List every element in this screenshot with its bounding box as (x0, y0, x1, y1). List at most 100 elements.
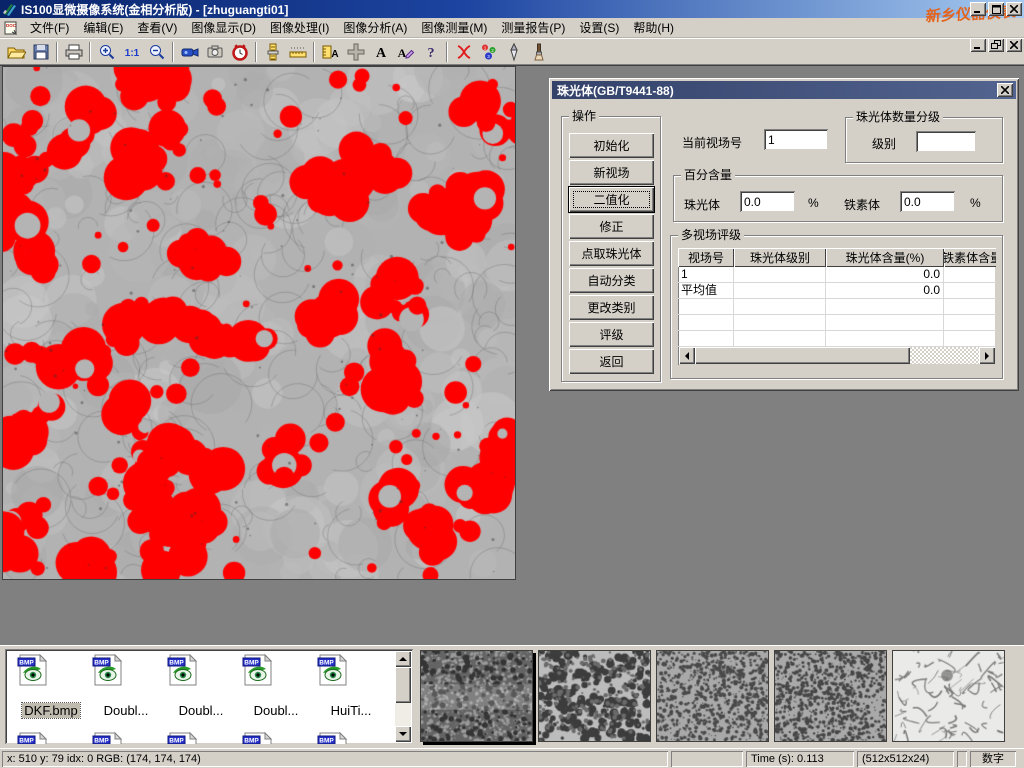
scrollbar-thumb[interactable] (395, 667, 411, 703)
thumbnail-image[interactable] (656, 650, 769, 742)
zoom-in-icon[interactable] (94, 40, 119, 64)
col-field-number[interactable]: 视场号 (678, 248, 734, 267)
auto-classify-button[interactable]: 自动分类 (569, 268, 654, 293)
status-blank (671, 751, 743, 767)
caliper-icon[interactable] (260, 40, 285, 64)
thumbnail-image[interactable] (774, 650, 887, 742)
table-horizontal-scrollbar[interactable] (679, 347, 995, 364)
scroll-down-icon[interactable] (395, 726, 411, 742)
menu-view[interactable]: 查看(V) (130, 17, 184, 38)
save-icon[interactable] (28, 40, 53, 64)
menu-settings[interactable]: 设置(S) (572, 17, 626, 38)
file-name[interactable]: DKF.bmp (22, 703, 79, 718)
file-list-scrollbar[interactable] (395, 651, 411, 742)
file-item-partial[interactable]: BMP (165, 731, 237, 744)
file-name[interactable]: Doubl... (102, 703, 151, 718)
minimize-button[interactable] (970, 2, 986, 16)
table-row[interactable]: 1 0.0 (678, 267, 996, 283)
file-item-partial[interactable]: BMP (90, 731, 162, 744)
open-icon[interactable] (3, 40, 28, 64)
thumbnail-image[interactable] (892, 650, 1005, 742)
svg-text:A: A (397, 46, 406, 60)
scrollbar-thumb[interactable] (695, 347, 910, 364)
svg-text:BMP: BMP (94, 738, 109, 745)
svg-text:DOC: DOC (6, 23, 17, 28)
svg-text:BMP: BMP (169, 738, 184, 745)
file-name[interactable]: Doubl... (177, 703, 226, 718)
return-button[interactable]: 返回 (569, 349, 654, 374)
new-field-button[interactable]: 新视场 (569, 160, 654, 185)
level-input[interactable] (916, 131, 976, 152)
scroll-up-icon[interactable] (395, 651, 411, 667)
camera-icon[interactable] (202, 40, 227, 64)
measure-text-icon[interactable]: A (318, 40, 343, 64)
text-icon[interactable]: A (368, 40, 393, 64)
thumbnail-image[interactable] (420, 650, 533, 742)
menu-image-analysis[interactable]: 图像分析(A) (336, 17, 414, 38)
classify-icon[interactable]: 123 (476, 40, 501, 64)
init-button[interactable]: 初始化 (569, 133, 654, 158)
file-item[interactable]: BMP HuiTi... (315, 653, 387, 718)
col-pearlite-grade[interactable]: 珠光体级别 (734, 248, 826, 267)
menu-image-processing[interactable]: 图像处理(I) (263, 17, 336, 38)
menu-image-measure[interactable]: 图像测量(M) (414, 17, 494, 38)
timer-icon[interactable] (227, 40, 252, 64)
dialog-close-icon[interactable] (997, 83, 1013, 97)
scrollbar-track[interactable] (910, 347, 979, 364)
thumbnail-image[interactable] (538, 650, 651, 742)
level-label: 级别 (872, 135, 896, 152)
col-pearlite-content[interactable]: 珠光体含量(%) (826, 248, 944, 267)
rate-button[interactable]: 评级 (569, 322, 654, 347)
child-close-button[interactable] (1006, 38, 1022, 52)
menu-image-display[interactable]: 图像显示(D) (184, 17, 263, 38)
bmp-file-icon: BMP (165, 731, 199, 744)
file-item-partial[interactable]: BMP (315, 731, 387, 744)
help-icon[interactable]: ? (418, 40, 443, 64)
close-button[interactable] (1006, 2, 1022, 16)
move-icon[interactable] (343, 40, 368, 64)
child-restore-button[interactable] (988, 38, 1004, 52)
dialog-title-bar[interactable]: 珠光体(GB/T9441-88) (552, 81, 1016, 99)
file-list[interactable]: BMP DKF.bmp BMP Doubl... BMP Doubl... BM… (5, 649, 413, 744)
menu-measure-report[interactable]: 测量报告(P) (494, 17, 572, 38)
curve-tool-icon[interactable] (451, 40, 476, 64)
menu-help[interactable]: 帮助(H) (626, 17, 681, 38)
menu-edit[interactable]: 编辑(E) (76, 17, 130, 38)
toolbar-separator (89, 42, 91, 62)
pearlite-dialog: 珠光体(GB/T9441-88) 操作 初始化 新视场 二值化 修正 点取珠光体… (549, 78, 1019, 391)
actual-size-icon[interactable]: 1:1 (119, 40, 144, 64)
ruler-icon[interactable] (285, 40, 310, 64)
file-item[interactable]: BMP Doubl... (165, 653, 237, 718)
maximize-button[interactable] (988, 2, 1004, 16)
edit-text-icon[interactable]: A (393, 40, 418, 64)
pick-pearlite-button[interactable]: 点取珠光体 (569, 241, 654, 266)
child-minimize-button[interactable] (970, 38, 986, 52)
file-item-partial[interactable]: BMP (15, 731, 87, 744)
brush-icon[interactable] (526, 40, 551, 64)
ferrite-percent-input[interactable] (900, 191, 955, 212)
zoom-out-icon[interactable] (144, 40, 169, 64)
svg-text:BMP: BMP (319, 660, 334, 667)
table-row[interactable]: 平均值 0.0 (678, 283, 996, 299)
change-class-button[interactable]: 更改类别 (569, 295, 654, 320)
pen-icon[interactable] (501, 40, 526, 64)
pearlite-percent-input[interactable] (740, 191, 795, 212)
scroll-right-icon[interactable] (979, 347, 995, 364)
file-item[interactable]: BMP Doubl... (240, 653, 312, 718)
col-ferrite-content[interactable]: 铁素体含量(%) (944, 248, 996, 267)
document-icon[interactable]: DOC (3, 20, 19, 36)
file-item[interactable]: BMP Doubl... (90, 653, 162, 718)
rating-table[interactable]: 视场号 珠光体级别 珠光体含量(%) 铁素体含量(%) 1 0.0 平均值 0.… (678, 248, 996, 365)
menu-file[interactable]: 文件(F) (23, 17, 76, 38)
file-item[interactable]: BMP DKF.bmp (15, 653, 87, 718)
video-camera-icon[interactable] (177, 40, 202, 64)
current-field-input[interactable] (764, 129, 828, 150)
file-item-partial[interactable]: BMP (240, 731, 312, 744)
file-name[interactable]: HuiTi... (329, 703, 374, 718)
file-name[interactable]: Doubl... (252, 703, 301, 718)
scroll-left-icon[interactable] (679, 347, 695, 364)
print-icon[interactable] (61, 40, 86, 64)
specimen-image[interactable] (2, 66, 516, 580)
binarize-button[interactable]: 二值化 (569, 187, 654, 212)
correct-button[interactable]: 修正 (569, 214, 654, 239)
